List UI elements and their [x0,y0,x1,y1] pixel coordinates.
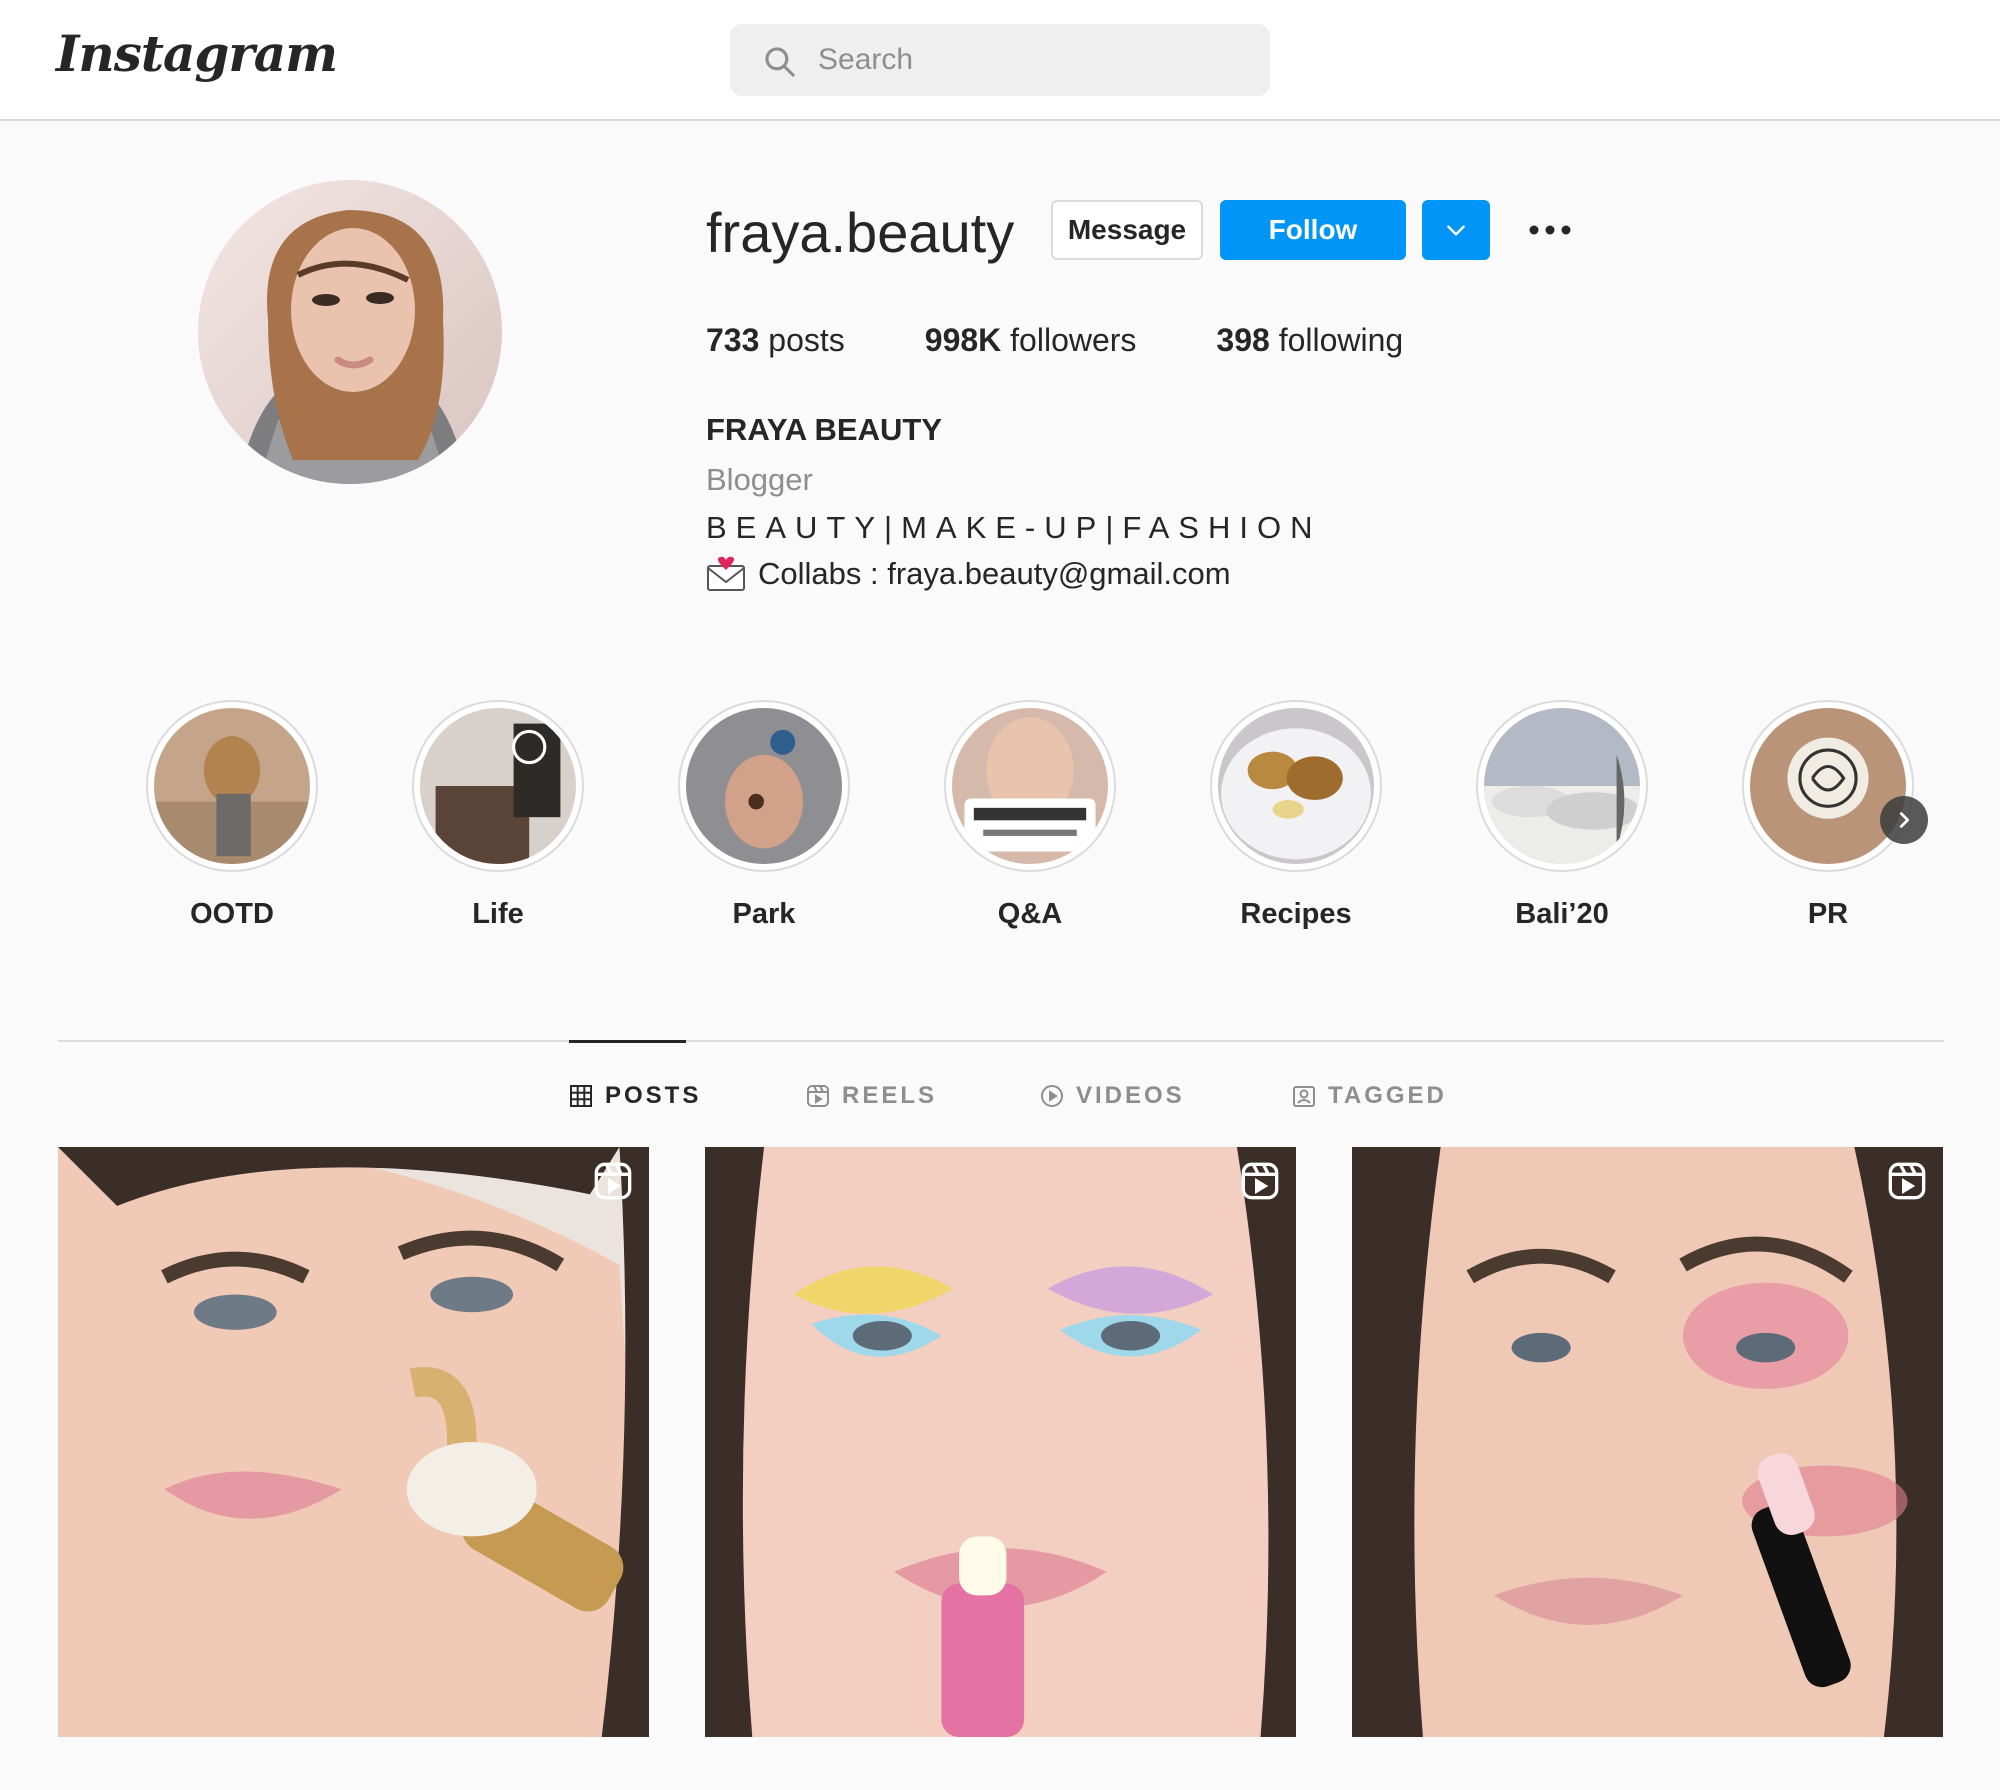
highlight-bali20[interactable]: Bali’20 [1472,700,1652,931]
profile-bio: BEAUTY|MAKE-UP|FASHION [706,510,1322,545]
post-image [58,1147,649,1737]
post-image [705,1147,1296,1737]
post-thumbnail[interactable] [58,1147,649,1737]
tab-label: VIDEOS [1076,1082,1185,1109]
following-stat[interactable]: 398 following [1216,322,1403,359]
highlight-cover [944,700,1116,872]
profile-stats: 733 posts 998K followers 398 following [706,322,1483,359]
reels-icon [807,1085,829,1107]
search-icon [765,47,795,77]
love-letter-icon [707,556,745,591]
search-input[interactable] [818,38,1238,82]
post-image [1352,1147,1943,1737]
following-label: following [1278,322,1404,358]
tab-label: TAGGED [1328,1082,1447,1109]
highlight-life[interactable]: Life [408,700,588,931]
highlight-cover [146,700,318,872]
followers-label: followers [1010,322,1137,358]
highlight-cover [1742,700,1914,872]
chevron-down-icon [1447,225,1465,236]
posts-stat: 733 posts [706,322,845,359]
instagram-logo[interactable]: Instagram [56,24,338,83]
active-tab-indicator [569,1040,686,1043]
tab-tagged[interactable]: TAGGED [1292,1080,1447,1112]
followers-count: 998K [924,322,1002,358]
highlight-label: Q&A [997,898,1063,930]
posts-label: posts [768,322,845,358]
posts-count: 733 [706,322,760,358]
tab-label: POSTS [605,1082,702,1109]
follow-button[interactable]: Follow [1220,200,1406,260]
highlight-label: OOTD [190,898,274,930]
following-count: 398 [1216,322,1270,358]
highlight-cover [412,700,584,872]
reel-icon [594,1162,632,1200]
highlight-label: PR [1807,898,1849,930]
profile-contact: Collabs : fraya.beauty@gmail.com [706,556,1231,592]
tab-posts[interactable]: POSTS [569,1080,701,1112]
highlight-cover [678,700,850,872]
highlight-ootd[interactable]: OOTD [142,700,322,931]
highlights-next-button[interactable] [1880,796,1928,844]
profile-category: Blogger [706,462,813,497]
tab-label: REELS [842,1082,938,1109]
highlight-cover [1476,700,1648,872]
highlight-recipes[interactable]: Recipes [1206,700,1386,931]
reel-icon [1241,1162,1279,1200]
profile-full-name: FRAYA BEAUTY [706,412,942,447]
chevron-right-icon [1899,812,1910,828]
highlight-park[interactable]: Park [674,700,854,931]
highlight-label: Bali’20 [1515,898,1609,930]
top-navigation-bar: Instagram [0,0,2000,121]
message-button[interactable]: Message [1051,200,1203,260]
tabs-divider [58,1040,1944,1042]
suggested-accounts-button[interactable] [1422,200,1490,260]
tab-videos[interactable]: VIDEOS [1040,1080,1185,1112]
tab-reels[interactable]: REELS [806,1080,937,1112]
search-box[interactable] [730,24,1270,96]
more-options-button[interactable] [1520,206,1580,254]
post-thumbnail[interactable] [1352,1147,1943,1737]
highlight-label: Recipes [1240,898,1352,930]
play-circle-icon [1041,1085,1063,1107]
profile-username: fraya.beauty [706,201,1015,264]
grid-icon [570,1085,592,1107]
highlight-qa[interactable]: Q&A [940,700,1120,931]
highlight-cover [1210,700,1382,872]
highlight-label: Park [732,898,796,930]
profile-avatar[interactable] [198,180,502,484]
reel-icon [1888,1162,1926,1200]
tagged-user-icon [1293,1086,1315,1107]
more-horizontal-icon [1529,225,1571,235]
followers-stat[interactable]: 998K followers [925,322,1137,359]
highlight-label: Life [472,898,524,930]
post-thumbnail[interactable] [705,1147,1296,1737]
contact-text: Collabs : fraya.beauty@gmail.com [758,556,1231,591]
